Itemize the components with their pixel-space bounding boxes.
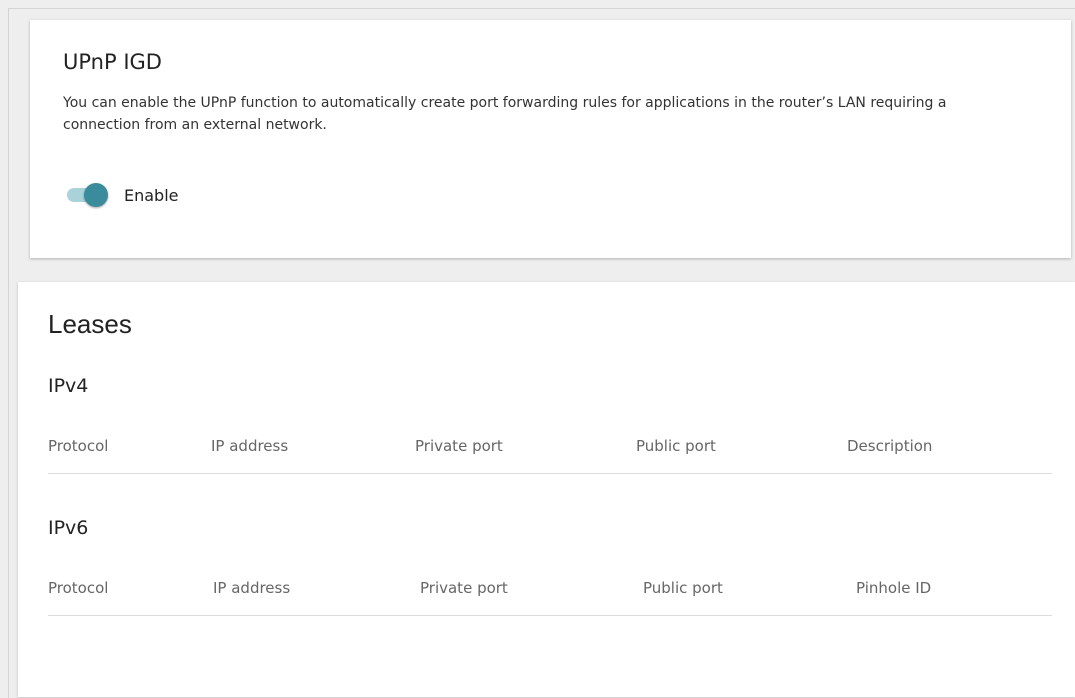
ipv6-col-public-port: Public port — [643, 579, 723, 597]
leases-card: Leases IPv4 Protocol IP address Private … — [18, 282, 1075, 697]
upnp-title: UPnP IGD — [63, 50, 162, 74]
upnp-description: You can enable the UPnP function to auto… — [63, 95, 947, 133]
ipv6-col-ip-address: IP address — [213, 579, 291, 597]
ipv4-col-protocol: Protocol — [48, 437, 109, 455]
ipv6-table-header: Protocol IP address Private port Public … — [48, 567, 1052, 616]
ipv4-col-public-port: Public port — [636, 437, 716, 455]
ipv4-table-header: Protocol IP address Private port Public … — [48, 425, 1052, 474]
ipv4-title: IPv4 — [48, 375, 89, 397]
enable-toggle[interactable] — [67, 182, 108, 208]
ipv6-title: IPv6 — [48, 517, 89, 539]
ipv4-col-description: Description — [847, 437, 933, 455]
toggle-knob — [84, 183, 108, 207]
ipv4-col-ip-address: IP address — [211, 437, 289, 455]
upnp-igd-card: UPnP IGD You can enable the UPnP functio… — [30, 20, 1071, 258]
ipv6-col-pinhole-id: Pinhole ID — [856, 579, 932, 597]
ipv4-col-private-port: Private port — [415, 437, 503, 455]
ipv6-col-private-port: Private port — [420, 579, 508, 597]
enable-toggle-row: Enable — [67, 182, 179, 208]
enable-label: Enable — [124, 185, 179, 205]
ipv6-col-protocol: Protocol — [48, 579, 109, 597]
leases-title: Leases — [48, 309, 132, 339]
